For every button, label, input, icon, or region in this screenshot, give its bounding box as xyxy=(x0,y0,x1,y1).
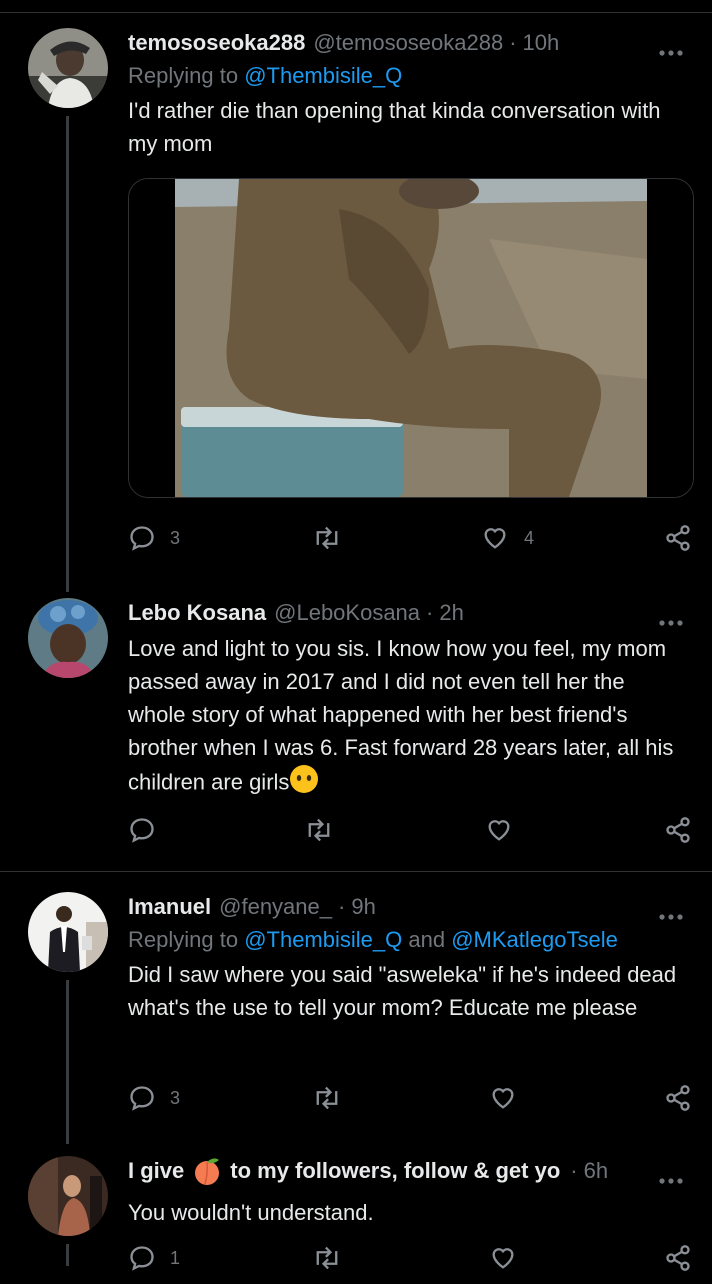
tweet-i-give[interactable]: I give to my followers, follow & get yo … xyxy=(0,1156,712,1271)
display-name-part1[interactable]: I give xyxy=(128,1156,184,1186)
display-name-part2[interactable]: to my followers, follow & get yo xyxy=(230,1156,564,1186)
more-options-icon[interactable] xyxy=(658,38,684,62)
share-icon xyxy=(666,525,690,551)
timestamp[interactable]: 9h xyxy=(351,892,375,922)
reply-button[interactable]: 3 xyxy=(128,1084,180,1112)
reply-button[interactable]: 1 xyxy=(128,1244,180,1272)
user-handle[interactable]: @fenyane_ xyxy=(219,892,332,922)
reply-bubble-icon xyxy=(130,526,154,551)
separator-dot: · xyxy=(509,30,517,55)
tweet-text: Love and light to you sis. I know how yo… xyxy=(128,636,674,795)
display-name[interactable]: temososeoka288 xyxy=(128,28,305,58)
share-icon xyxy=(666,1245,690,1271)
tweet-image[interactable] xyxy=(128,178,694,498)
thread-line xyxy=(66,116,69,592)
more-options-icon[interactable] xyxy=(658,608,684,632)
retweet-icon xyxy=(316,1246,338,1270)
heart-icon xyxy=(488,820,510,841)
reply-button[interactable] xyxy=(128,816,156,844)
share-icon xyxy=(666,1085,690,1111)
reply-count: 1 xyxy=(170,1247,181,1268)
tweet-divider xyxy=(0,871,712,872)
user-handle[interactable]: @LeboKosana xyxy=(274,598,420,628)
retweet-icon xyxy=(308,818,330,842)
share-button[interactable] xyxy=(664,524,692,552)
tweet-imanuel[interactable]: Imanuel @fenyane_ · 9h Replying to @Them… xyxy=(0,892,712,1152)
reply-count: 3 xyxy=(170,1087,181,1108)
like-button[interactable] xyxy=(488,1084,518,1112)
replying-to: Replying to @Thembisile_Q and @MKatlegoT… xyxy=(128,927,618,952)
tweet-lebokosana[interactable]: Lebo Kosana @LeboKosana · 2h Love and li… xyxy=(0,598,712,870)
retweet-button[interactable] xyxy=(312,524,342,552)
tweet-temososeoka288[interactable]: temososeoka288 @temososeoka288 · 10h Rep… xyxy=(0,0,712,600)
more-options-icon[interactable] xyxy=(658,1166,684,1190)
heart-icon xyxy=(492,1088,514,1109)
tweet-text: Did I saw where you said "asweleka" if h… xyxy=(128,962,677,1020)
reply-bubble-icon xyxy=(130,1246,154,1271)
thread-line xyxy=(66,980,69,1144)
timestamp[interactable]: 10h xyxy=(523,28,560,58)
more-options-icon[interactable] xyxy=(658,902,684,926)
reply-bubble-icon xyxy=(130,818,154,843)
share-icon xyxy=(666,817,690,843)
tweet-text: I'd rather die than opening that kinda c… xyxy=(128,98,661,156)
avatar[interactable] xyxy=(28,892,108,972)
avatar[interactable] xyxy=(28,598,108,678)
retweet-icon xyxy=(316,1086,338,1110)
retweet-button[interactable] xyxy=(304,816,334,844)
like-count: 4 xyxy=(524,527,535,548)
display-name[interactable]: Lebo Kosana xyxy=(128,598,266,628)
display-name[interactable]: Imanuel xyxy=(128,892,211,922)
retweet-button[interactable] xyxy=(312,1244,342,1272)
heart-icon xyxy=(484,528,506,549)
timestamp[interactable]: 2h xyxy=(439,598,463,628)
like-button[interactable] xyxy=(484,816,514,844)
reply-count: 3 xyxy=(170,527,181,548)
like-button[interactable]: 4 xyxy=(480,524,534,552)
share-button[interactable] xyxy=(664,816,692,844)
peach-emoji xyxy=(192,1156,222,1194)
face-without-mouth-emoji xyxy=(289,764,319,803)
share-button[interactable] xyxy=(664,1244,692,1272)
avatar[interactable] xyxy=(28,28,108,108)
reply-to-link[interactable]: @Thembisile_Q xyxy=(244,927,402,952)
reply-to-link-2[interactable]: @MKatlegoTsele xyxy=(451,927,618,952)
tweet-text-container: Love and light to you sis. I know how yo… xyxy=(128,632,684,803)
separator-dot: · xyxy=(426,600,434,625)
retweet-button[interactable] xyxy=(312,1084,342,1112)
user-handle[interactable]: @temososeoka288 xyxy=(313,28,503,58)
reply-bubble-icon xyxy=(130,1086,154,1111)
separator-dot: · xyxy=(570,1158,578,1183)
heart-icon xyxy=(492,1248,514,1269)
tweet-text: You wouldn't understand. xyxy=(128,1200,374,1225)
retweet-icon xyxy=(316,526,338,550)
like-button[interactable] xyxy=(488,1244,518,1272)
share-button[interactable] xyxy=(664,1084,692,1112)
reply-to-link[interactable]: @Thembisile_Q xyxy=(244,63,402,88)
separator-dot: · xyxy=(338,894,346,919)
avatar[interactable] xyxy=(28,1156,108,1236)
timestamp[interactable]: 6h xyxy=(584,1156,608,1186)
thread-line xyxy=(66,1244,69,1266)
reply-button[interactable]: 3 xyxy=(128,524,180,552)
replying-to: Replying to @Thembisile_Q xyxy=(128,63,403,88)
